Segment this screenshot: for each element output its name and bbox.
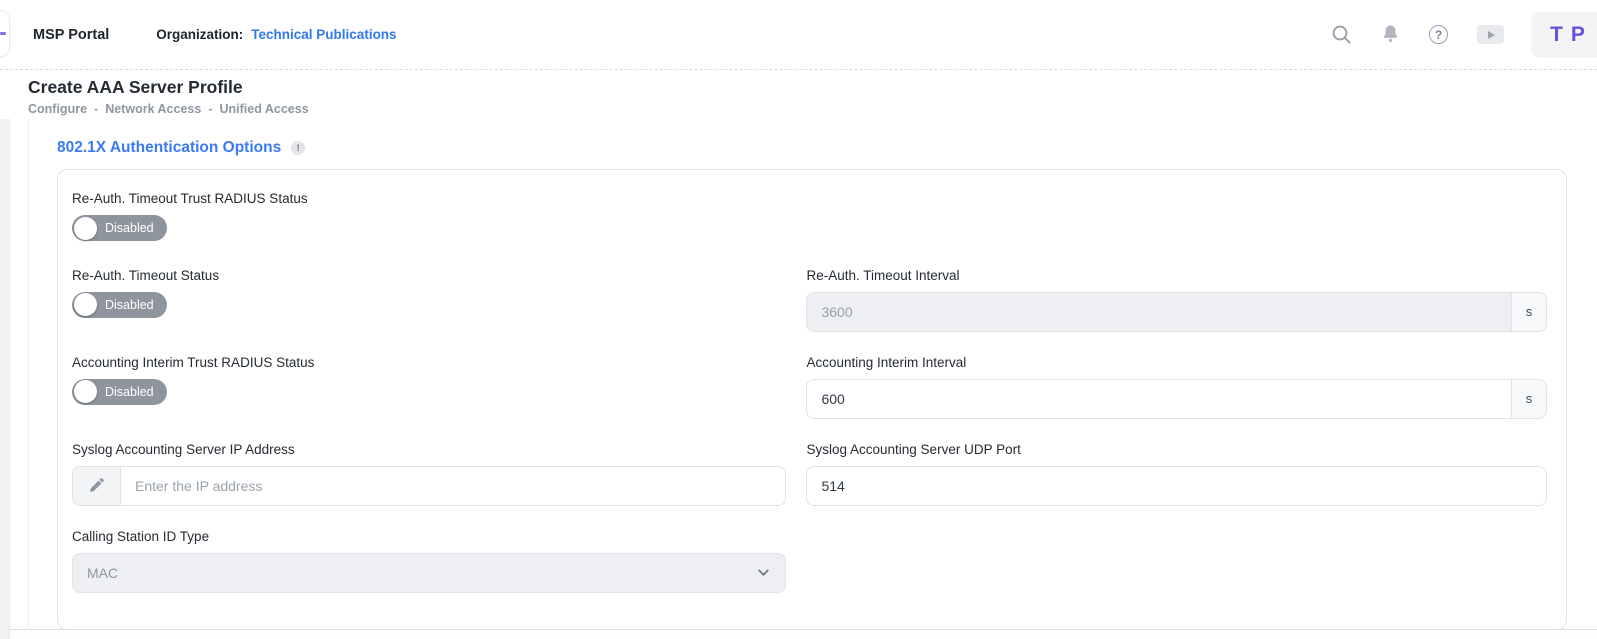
breadcrumb-separator: -: [208, 102, 212, 116]
options-card: Re-Auth. Timeout Trust RADIUS Status Dis…: [57, 169, 1567, 630]
brand-title: MSP Portal: [33, 27, 109, 43]
field-acct-trust: Accounting Interim Trust RADIUS Status D…: [72, 355, 786, 419]
selected-value: MAC: [87, 565, 118, 581]
empty-cell: [806, 529, 1547, 593]
field-label: Re-Auth. Timeout Interval: [806, 268, 1547, 283]
field-label: Syslog Accounting Server UDP Port: [806, 442, 1547, 457]
acct-interval-input[interactable]: [807, 380, 1511, 418]
field-label: Accounting Interim Trust RADIUS Status: [72, 355, 786, 370]
chevron-down-icon: [756, 565, 771, 580]
toggle-state-label: Disabled: [105, 385, 154, 399]
bell-icon[interactable]: [1381, 24, 1400, 45]
toggle-knob: [74, 293, 97, 316]
toggle-knob: [74, 380, 97, 403]
play-triangle-icon: [1488, 31, 1495, 39]
sidebar-toggle-icon: [0, 32, 6, 35]
field-reauth-interval: Re-Auth. Timeout Interval s: [806, 268, 1547, 332]
syslog-port-input[interactable]: [807, 467, 1546, 505]
field-acct-interval: Accounting Interim Interval s: [806, 355, 1547, 419]
organization-label: Organization:: [156, 27, 243, 42]
sidebar-collapse-button[interactable]: [0, 10, 10, 57]
user-avatar[interactable]: T P: [1531, 12, 1597, 58]
field-label: Accounting Interim Interval: [806, 355, 1547, 370]
field-label: Calling Station ID Type: [72, 529, 786, 544]
section-title: 802.1X Authentication Options: [57, 139, 281, 157]
breadcrumb-item-network-access[interactable]: Network Access: [105, 102, 201, 116]
field-reauth-status: Re-Auth. Timeout Status Disabled: [72, 268, 786, 332]
field-label: Re-Auth. Timeout Trust RADIUS Status: [72, 191, 786, 206]
field-syslog-port: Syslog Accounting Server UDP Port: [806, 442, 1547, 506]
page-title: Create AAA Server Profile: [28, 77, 1569, 97]
acct-trust-toggle[interactable]: Disabled: [72, 379, 167, 405]
calling-station-id-select: MAC: [72, 553, 786, 593]
toggle-knob: [74, 217, 97, 240]
collapsed-nav-rail[interactable]: [0, 119, 10, 639]
breadcrumb-item-configure[interactable]: Configure: [28, 102, 87, 116]
reauth-trust-toggle[interactable]: Disabled: [72, 215, 167, 241]
header-icon-group: ?: [1331, 24, 1504, 45]
toggle-state-label: Disabled: [105, 298, 154, 312]
field-reauth-trust: Re-Auth. Timeout Trust RADIUS Status Dis…: [72, 191, 786, 245]
video-tour-icon[interactable]: [1477, 25, 1504, 44]
seconds-unit-suffix: s: [1511, 380, 1546, 418]
form-content: 802.1X Authentication Options ! Re-Auth.…: [57, 139, 1567, 630]
empty-cell: [806, 191, 1547, 245]
field-label: Syslog Accounting Server IP Address: [72, 442, 786, 457]
reauth-interval-input: [807, 293, 1511, 331]
edit-pencil-icon[interactable]: [73, 467, 121, 505]
syslog-ip-input[interactable]: [121, 467, 785, 505]
breadcrumb: Configure-Network Access-Unified Access: [28, 102, 1569, 116]
search-icon[interactable]: [1331, 24, 1352, 45]
bottom-strip: [11, 630, 1597, 639]
content-left-divider: [28, 119, 29, 639]
reauth-status-toggle[interactable]: Disabled: [72, 292, 167, 318]
help-glyph: ?: [1429, 25, 1448, 44]
info-icon[interactable]: !: [291, 141, 305, 155]
breadcrumb-separator: -: [94, 102, 98, 116]
field-syslog-ip: Syslog Accounting Server IP Address: [72, 442, 786, 506]
top-header: MSP Portal Organization: Technical Publi…: [0, 0, 1597, 70]
field-label: Re-Auth. Timeout Status: [72, 268, 786, 283]
toggle-state-label: Disabled: [105, 221, 154, 235]
organization-link[interactable]: Technical Publications: [251, 27, 396, 42]
help-icon[interactable]: ?: [1429, 25, 1448, 44]
breadcrumb-item-unified-access[interactable]: Unified Access: [220, 102, 309, 116]
page-title-block: Create AAA Server Profile Configure-Netw…: [0, 70, 1597, 118]
seconds-unit-suffix: s: [1511, 293, 1546, 331]
main-area: 802.1X Authentication Options ! Re-Auth.…: [0, 119, 1597, 639]
field-calling-station-id: Calling Station ID Type MAC: [72, 529, 786, 593]
